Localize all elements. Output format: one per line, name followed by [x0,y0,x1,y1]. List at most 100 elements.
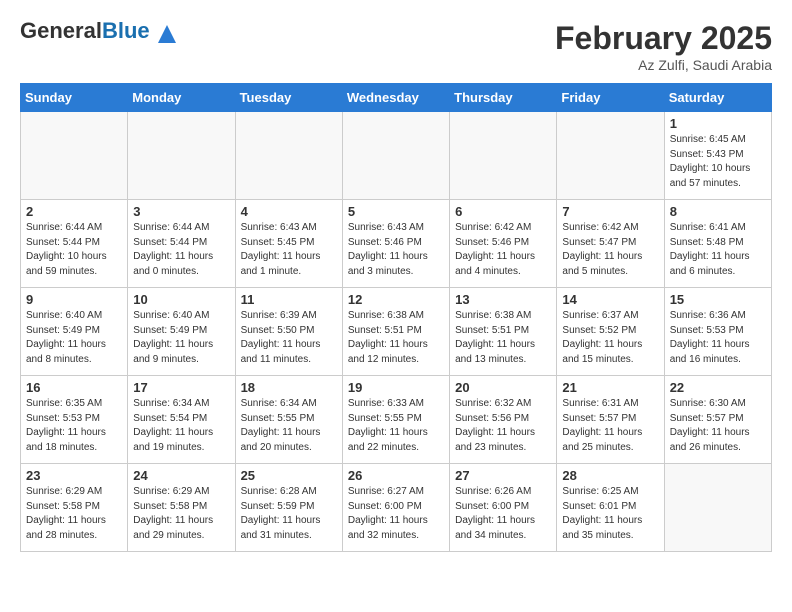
calendar-cell: 23 Sunrise: 6:29 AM Sunset: 5:58 PM Dayli… [21,464,128,552]
logo-icon [158,25,176,43]
day-info: Sunrise: 6:30 AM Sunset: 5:57 PM Dayligh… [670,397,766,455]
calendar-cell: 6 Sunrise: 6:42 AM Sunset: 5:46 PM Daylig… [450,200,557,288]
day-info: Sunrise: 6:38 AM Sunset: 5:51 PM Dayligh… [348,309,444,367]
calendar-cell: 14 Sunrise: 6:37 AM Sunset: 5:52 PM Dayli… [557,288,664,376]
day-number: 21 [562,380,658,395]
calendar-cell [342,112,449,200]
calendar-cell: 27 Sunrise: 6:26 AM Sunset: 6:00 PM Dayli… [450,464,557,552]
day-number: 15 [670,292,766,307]
day-info: Sunrise: 6:28 AM Sunset: 5:59 PM Dayligh… [241,485,337,543]
calendar-cell: 10Sunrise: 6:40 AM Sunset: 5:49 PM Dayli… [128,288,235,376]
day-info: Sunrise: 6:29 AM Sunset: 5:58 PM Dayligh… [26,485,122,543]
calendar-cell: 26 Sunrise: 6:27 AM Sunset: 6:00 PM Dayli… [342,464,449,552]
calendar-cell: 22 Sunrise: 6:30 AM Sunset: 5:57 PM Dayli… [664,376,771,464]
calendar-cell: 5 Sunrise: 6:43 AM Sunset: 5:46 PM Daylig… [342,200,449,288]
day-info: Sunrise: 6:39 AM Sunset: 5:50 PM Dayligh… [241,309,337,367]
calendar-cell [450,112,557,200]
day-number: 14 [562,292,658,307]
calendar-cell: 7 Sunrise: 6:42 AM Sunset: 5:47 PM Daylig… [557,200,664,288]
day-info: Sunrise: 6:43 AM Sunset: 5:46 PM Dayligh… [348,221,444,279]
day-number: 9 [26,292,122,307]
logo: GeneralBlue [20,20,176,43]
calendar-table: SundayMondayTuesdayWednesdayThursdayFrid… [20,83,772,552]
day-number: 26 [348,468,444,483]
day-info: Sunrise: 6:42 AM Sunset: 5:47 PM Dayligh… [562,221,658,279]
calendar-week-row: 23 Sunrise: 6:29 AM Sunset: 5:58 PM Dayli… [21,464,772,552]
day-number: 28 [562,468,658,483]
day-info: Sunrise: 6:33 AM Sunset: 5:55 PM Dayligh… [348,397,444,455]
calendar-cell: 18 Sunrise: 6:34 AM Sunset: 5:55 PM Dayli… [235,376,342,464]
day-info: Sunrise: 6:32 AM Sunset: 5:56 PM Dayligh… [455,397,551,455]
day-number: 13 [455,292,551,307]
day-info: Sunrise: 6:44 AM Sunset: 5:44 PM Dayligh… [26,221,122,279]
day-info: Sunrise: 6:37 AM Sunset: 5:52 PM Dayligh… [562,309,658,367]
day-info: Sunrise: 6:40 AM Sunset: 5:49 PM Dayligh… [133,309,229,367]
day-number: 24 [133,468,229,483]
logo-general-text: General [20,18,102,43]
day-number: 16 [26,380,122,395]
calendar-cell [128,112,235,200]
day-info: Sunrise: 6:36 AM Sunset: 5:53 PM Dayligh… [670,309,766,367]
day-info: Sunrise: 6:34 AM Sunset: 5:55 PM Dayligh… [241,397,337,455]
day-info: Sunrise: 6:29 AM Sunset: 5:58 PM Dayligh… [133,485,229,543]
day-number: 18 [241,380,337,395]
weekday-header-monday: Monday [128,84,235,112]
day-info: Sunrise: 6:34 AM Sunset: 5:54 PM Dayligh… [133,397,229,455]
day-number: 23 [26,468,122,483]
title-block: February 2025 Az Zulfi, Saudi Arabia [555,20,772,73]
day-number: 19 [348,380,444,395]
day-number: 6 [455,204,551,219]
day-info: Sunrise: 6:45 AM Sunset: 5:43 PM Dayligh… [670,133,766,191]
calendar-cell: 24 Sunrise: 6:29 AM Sunset: 5:58 PM Dayli… [128,464,235,552]
day-number: 5 [348,204,444,219]
calendar-cell [235,112,342,200]
calendar-cell: 13 Sunrise: 6:38 AM Sunset: 5:51 PM Dayli… [450,288,557,376]
calendar-cell: 12 Sunrise: 6:38 AM Sunset: 5:51 PM Dayli… [342,288,449,376]
calendar-cell: 15 Sunrise: 6:36 AM Sunset: 5:53 PM Dayli… [664,288,771,376]
day-info: Sunrise: 6:31 AM Sunset: 5:57 PM Dayligh… [562,397,658,455]
calendar-cell: 2Sunrise: 6:44 AM Sunset: 5:44 PM Daylig… [21,200,128,288]
day-number: 3 [133,204,229,219]
day-info: Sunrise: 6:26 AM Sunset: 6:00 PM Dayligh… [455,485,551,543]
day-info: Sunrise: 6:38 AM Sunset: 5:51 PM Dayligh… [455,309,551,367]
calendar-cell [664,464,771,552]
day-info: Sunrise: 6:41 AM Sunset: 5:48 PM Dayligh… [670,221,766,279]
calendar-cell: 4 Sunrise: 6:43 AM Sunset: 5:45 PM Daylig… [235,200,342,288]
day-number: 1 [670,116,766,131]
day-number: 22 [670,380,766,395]
calendar-cell: 9Sunrise: 6:40 AM Sunset: 5:49 PM Daylig… [21,288,128,376]
calendar-cell: 20Sunrise: 6:32 AM Sunset: 5:56 PM Dayli… [450,376,557,464]
calendar-cell: 3Sunrise: 6:44 AM Sunset: 5:44 PM Daylig… [128,200,235,288]
day-number: 8 [670,204,766,219]
calendar-cell: 11 Sunrise: 6:39 AM Sunset: 5:50 PM Dayli… [235,288,342,376]
calendar-week-row: 2Sunrise: 6:44 AM Sunset: 5:44 PM Daylig… [21,200,772,288]
day-number: 12 [348,292,444,307]
day-number: 4 [241,204,337,219]
day-number: 7 [562,204,658,219]
day-number: 27 [455,468,551,483]
weekday-header-sunday: Sunday [21,84,128,112]
weekday-header-saturday: Saturday [664,84,771,112]
calendar-cell: 16 Sunrise: 6:35 AM Sunset: 5:53 PM Dayli… [21,376,128,464]
calendar-cell [21,112,128,200]
day-number: 17 [133,380,229,395]
day-info: Sunrise: 6:27 AM Sunset: 6:00 PM Dayligh… [348,485,444,543]
calendar-cell: 8 Sunrise: 6:41 AM Sunset: 5:48 PM Daylig… [664,200,771,288]
day-info: Sunrise: 6:35 AM Sunset: 5:53 PM Dayligh… [26,397,122,455]
day-info: Sunrise: 6:43 AM Sunset: 5:45 PM Dayligh… [241,221,337,279]
weekday-header-friday: Friday [557,84,664,112]
weekday-header-thursday: Thursday [450,84,557,112]
calendar-cell: 21 Sunrise: 6:31 AM Sunset: 5:57 PM Dayli… [557,376,664,464]
weekday-header-wednesday: Wednesday [342,84,449,112]
day-number: 25 [241,468,337,483]
weekday-header-tuesday: Tuesday [235,84,342,112]
day-number: 11 [241,292,337,307]
calendar-week-row: 9 Sunrise: 6:40 AM Sunset: 5:49 PM Daylig… [21,288,772,376]
day-info: Sunrise: 6:42 AM Sunset: 5:46 PM Dayligh… [455,221,551,279]
calendar-cell: 17 Sunrise: 6:34 AM Sunset: 5:54 PM Dayli… [128,376,235,464]
page-header: GeneralBlue February 2025 Az Zulfi, Saud… [20,20,772,73]
weekday-header-row: SundayMondayTuesdayWednesdayThursdayFrid… [21,84,772,112]
logo-blue-text: Blue [102,18,150,43]
day-info: Sunrise: 6:25 AM Sunset: 6:01 PM Dayligh… [562,485,658,543]
calendar-title: February 2025 [555,20,772,57]
